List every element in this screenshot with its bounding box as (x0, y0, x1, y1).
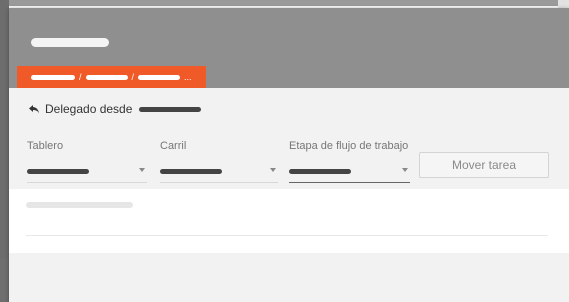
delegated-from-label: Delegado desde (45, 102, 133, 116)
board-label: Tablero (27, 140, 64, 152)
breadcrumb-separator: / (79, 71, 82, 82)
move-task-button[interactable]: Mover tarea (419, 152, 549, 178)
board-value-redacted (27, 169, 89, 174)
caret-down-icon (402, 168, 408, 172)
reply-arrow-icon (29, 105, 39, 114)
board-field: Tablero (27, 140, 147, 183)
modal-header: / / ... (9, 8, 569, 88)
backdrop-left (0, 0, 9, 302)
backdrop (0, 0, 569, 6)
delegated-from: Delegado desde (28, 101, 202, 117)
breadcrumb[interactable]: / / ... (17, 66, 206, 88)
lane-select[interactable] (160, 163, 278, 183)
caret-down-icon (270, 168, 276, 172)
lane-field: Carril (160, 140, 278, 183)
board-select[interactable] (27, 163, 147, 183)
task-title-redacted (31, 38, 109, 47)
lane-value-redacted (160, 169, 222, 174)
breadcrumb-ellipsis: ... (184, 71, 192, 82)
task-content-card (9, 189, 569, 253)
workflow-stage-label: Etapa de flujo de trabajo (289, 140, 409, 152)
breadcrumb-lane-redacted[interactable] (85, 74, 128, 80)
workflow-stage-value-redacted (289, 169, 351, 174)
breadcrumb-separator: / (131, 71, 135, 82)
caret-down-icon (139, 168, 145, 172)
lane-label: Carril (160, 140, 187, 152)
breadcrumb-stage-redacted[interactable] (138, 74, 181, 80)
workflow-stage-select[interactable] (289, 163, 410, 183)
delegated-user-redacted[interactable] (139, 106, 202, 112)
content-placeholder (26, 202, 133, 208)
breadcrumb-board-redacted[interactable] (31, 74, 75, 80)
divider (26, 235, 548, 236)
workflow-stage-field: Etapa de flujo de trabajo (289, 140, 410, 183)
task-modal: / / ... Delegado desde Tablero Carril Et… (9, 8, 569, 302)
